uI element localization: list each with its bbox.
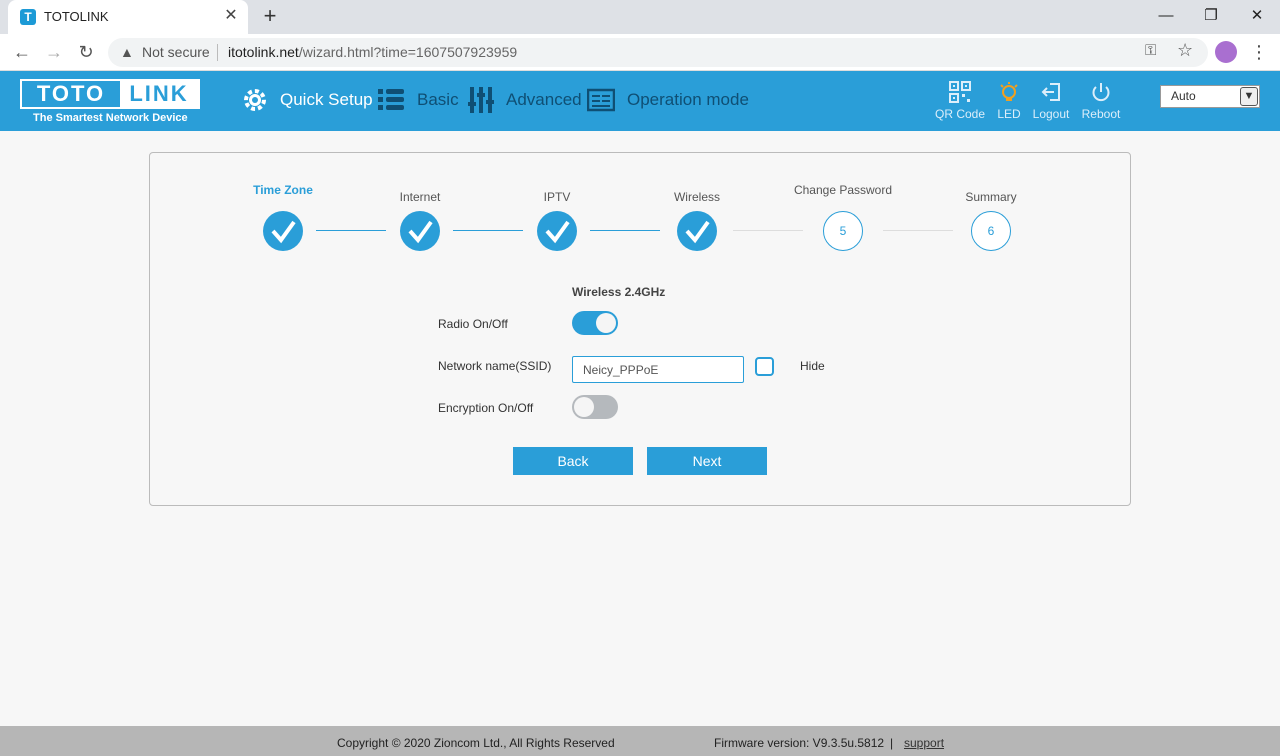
url-omnibox[interactable]: ▲ Not secure itotolink.net/wizard.html?t… [108, 38, 1208, 67]
step-label-wireless: Wireless [673, 190, 720, 204]
warning-triangle-icon: ▲ [120, 44, 134, 60]
profile-avatar[interactable] [1215, 41, 1237, 63]
logo-text-left: TOTO [36, 81, 106, 106]
restore-icon[interactable]: ❐ [1199, 5, 1223, 27]
wizard-panel: Time Zone Internet IPTV Wireless Change … [149, 152, 1131, 506]
chevron-down-icon: ▼ [1240, 87, 1258, 106]
toggle-knob [574, 397, 594, 417]
url-path: /wizard.html?time=1607507923959 [298, 44, 518, 60]
close-tab-icon[interactable]: ✕ [222, 7, 240, 25]
firmware-version: Firmware version: V9.3.5u.5812 [714, 736, 885, 750]
language-select[interactable]: Auto ▼ [1160, 85, 1260, 108]
copyright-text: Copyright © 2020 Zioncom Ltd., All Right… [337, 736, 615, 750]
logout-icon [1025, 79, 1077, 105]
forward-arrow-icon[interactable]: → [42, 41, 66, 65]
encryption-toggle[interactable] [572, 395, 618, 419]
nav-quick-setup[interactable]: Quick Setup [280, 87, 373, 113]
router-header: TOTO LINK The Smartest Network Device Qu… [0, 71, 1280, 131]
step-iptv [537, 211, 577, 251]
checkmark-icon [271, 220, 296, 244]
step-connector [733, 230, 803, 231]
ssid-input[interactable] [572, 356, 744, 383]
reboot-button[interactable]: Reboot [1075, 79, 1127, 121]
nav-operation-mode[interactable]: Operation mode [627, 87, 749, 113]
footer: Copyright © 2020 Zioncom Ltd., All Right… [0, 726, 1280, 756]
browser-menu-icon[interactable]: ⋮ [1250, 41, 1268, 63]
nav-basic[interactable]: Basic [417, 87, 459, 113]
browser-tab-bar: T TOTOLINK ✕ + — ❐ ✕ [0, 0, 1280, 34]
security-status: Not secure [142, 44, 210, 60]
power-icon [1075, 79, 1127, 105]
encryption-label: Encryption On/Off [438, 401, 534, 415]
totolink-favicon-icon: T [20, 9, 36, 25]
back-button[interactable]: Back [513, 447, 633, 475]
qr-code-icon [934, 79, 986, 105]
url-host: itotolink.net [228, 44, 299, 60]
logo-tagline: The Smartest Network Device [33, 112, 188, 124]
checkmark-icon [408, 220, 433, 244]
sliders-icon[interactable] [467, 86, 495, 114]
omnibox-divider [217, 44, 218, 61]
footer-separator: | [890, 736, 894, 750]
logout-label: Logout [1032, 107, 1070, 121]
tab-title: TOTOLINK [44, 9, 109, 24]
hide-label: Hide [800, 359, 825, 373]
step-label-iptv: IPTV [543, 190, 571, 204]
key-icon[interactable]: ⚿ [1145, 42, 1156, 59]
browser-address-bar: ← → ↻ ▲ Not secure itotolink.net/wizard.… [0, 34, 1280, 71]
browser-tab[interactable]: T TOTOLINK ✕ [8, 0, 248, 34]
step-connector [453, 230, 523, 231]
step-connector [316, 230, 386, 231]
support-link[interactable]: support [904, 736, 944, 750]
logout-button[interactable]: Logout [1025, 79, 1077, 121]
step-label-change-password: Change Password [793, 183, 893, 197]
minimize-icon[interactable]: — [1154, 5, 1178, 27]
ssid-label: Network name(SSID) [438, 359, 552, 373]
reload-icon[interactable]: ↻ [74, 41, 98, 65]
step-label-summary: Summary [965, 190, 1017, 204]
back-arrow-icon[interactable]: ← [10, 41, 34, 65]
step-time-zone [263, 211, 303, 251]
list-icon[interactable] [377, 86, 405, 114]
step-internet [400, 211, 440, 251]
section-title: Wireless 2.4GHz [572, 285, 666, 299]
checkmark-icon [685, 220, 710, 244]
hide-checkbox[interactable] [755, 357, 774, 376]
step-connector [590, 230, 660, 231]
step-wireless [677, 211, 717, 251]
checkmark-icon [545, 220, 570, 244]
step-change-password: 5 [823, 211, 863, 251]
gear-icon[interactable] [241, 86, 269, 114]
step-summary: 6 [971, 211, 1011, 251]
radio-label: Radio On/Off [438, 317, 508, 331]
url-text: itotolink.net/wizard.html?time=160750792… [228, 44, 517, 60]
logo-text-right: LINK [120, 81, 198, 107]
new-tab-icon[interactable]: + [258, 5, 282, 29]
qr-code-button[interactable]: QR Code [934, 79, 986, 121]
console-icon[interactable] [587, 86, 615, 114]
totolink-logo: TOTO LINK [20, 79, 200, 109]
bookmark-star-icon[interactable]: ☆ [1177, 40, 1193, 61]
step-label-time-zone: Time Zone [253, 183, 313, 197]
step-label-internet: Internet [399, 190, 441, 204]
qr-code-label: QR Code [934, 107, 986, 121]
reboot-label: Reboot [1081, 107, 1121, 121]
close-window-icon[interactable]: ✕ [1245, 5, 1269, 27]
step-connector [883, 230, 953, 231]
next-button[interactable]: Next [647, 447, 767, 475]
toggle-knob [596, 313, 616, 333]
radio-toggle[interactable] [572, 311, 618, 335]
language-value: Auto [1171, 89, 1196, 103]
nav-advanced[interactable]: Advanced [506, 87, 582, 113]
